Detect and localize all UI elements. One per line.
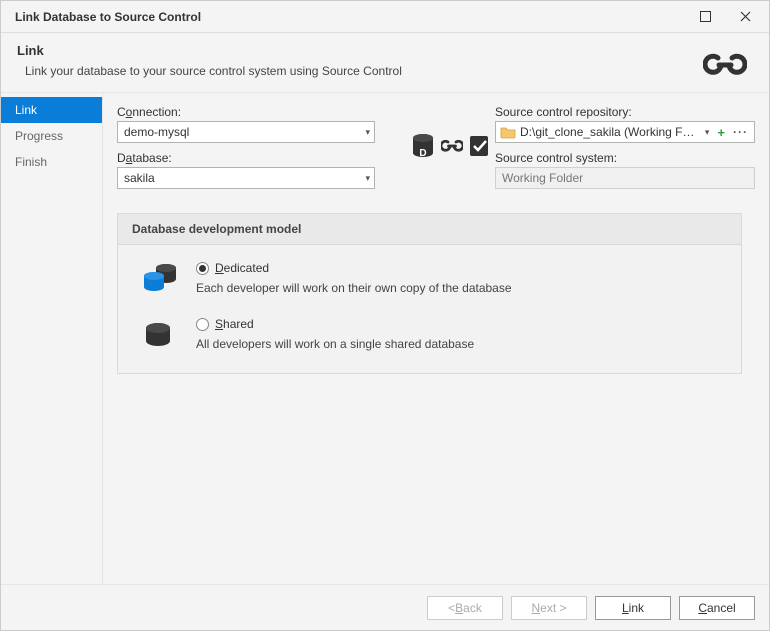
connection-value: demo-mysql: [124, 125, 189, 139]
database-cylinder-icon: D: [411, 133, 435, 159]
link-button[interactable]: Link: [595, 596, 671, 620]
repository-select[interactable]: D:\git_clone_sakila (Working Folder) ▾ +…: [495, 121, 755, 143]
page-subtitle: Link your database to your source contro…: [25, 64, 753, 78]
wizard-header: Link Link your database to your source c…: [1, 33, 769, 93]
add-repository-button[interactable]: +: [717, 125, 725, 140]
next-button[interactable]: Next >: [511, 596, 587, 620]
chevron-down-icon: ▾: [705, 127, 710, 138]
wizard-steps: Link Progress Finish: [1, 93, 103, 588]
dedicated-radio[interactable]: Dedicated: [196, 261, 512, 275]
back-button[interactable]: < Back: [427, 596, 503, 620]
repository-label: Source control repository:: [495, 105, 755, 119]
connection-label: Connection:: [117, 105, 407, 119]
development-model-title: Database development model: [118, 214, 741, 245]
close-icon: [740, 11, 751, 22]
shared-db-icon: [142, 319, 178, 349]
window-title: Link Database to Source Control: [15, 10, 201, 24]
system-value: Working Folder: [495, 167, 755, 189]
system-label: Source control system:: [495, 151, 755, 165]
connection-select[interactable]: demo-mysql ▾: [117, 121, 375, 143]
step-link[interactable]: Link: [1, 97, 102, 123]
shared-radio[interactable]: Shared: [196, 317, 474, 331]
link-graphic: D: [407, 105, 495, 159]
wizard-footer: < Back Next > Link Cancel: [1, 584, 769, 630]
svg-text:D: D: [419, 148, 426, 159]
dedicated-description: Each developer will work on their own co…: [196, 281, 512, 295]
titlebar: Link Database to Source Control: [1, 1, 769, 33]
maximize-button[interactable]: [685, 1, 725, 33]
wizard-body: Link Progress Finish Connection: demo-my…: [1, 93, 769, 588]
source-check-icon: [469, 135, 491, 157]
database-select[interactable]: sakila ▾: [117, 167, 375, 189]
maximize-icon: [700, 11, 711, 22]
link-chain-icon: [703, 49, 747, 81]
shared-label: Shared: [215, 317, 254, 331]
database-label: Database:: [117, 151, 407, 165]
shared-description: All developers will work on a single sha…: [196, 337, 474, 351]
dedicated-label: Dedicated: [215, 261, 269, 275]
chevron-down-icon: ▾: [365, 127, 370, 138]
close-button[interactable]: [725, 1, 765, 33]
folder-icon: [500, 125, 516, 139]
step-progress[interactable]: Progress: [1, 123, 102, 149]
dedicated-db-icon: [142, 263, 178, 293]
chevron-down-icon: ▾: [365, 173, 370, 184]
database-value: sakila: [124, 171, 155, 185]
page-title: Link: [17, 43, 753, 58]
development-model-panel: Database development model: [117, 213, 742, 374]
chain-link-icon: [441, 139, 463, 153]
browse-repository-button[interactable]: ···: [733, 125, 748, 139]
wizard-content: Connection: demo-mysql ▾ Database: sakil…: [103, 93, 769, 588]
repository-value: D:\git_clone_sakila (Working Folder): [520, 125, 701, 139]
step-finish[interactable]: Finish: [1, 149, 102, 175]
cancel-button[interactable]: Cancel: [679, 596, 755, 620]
